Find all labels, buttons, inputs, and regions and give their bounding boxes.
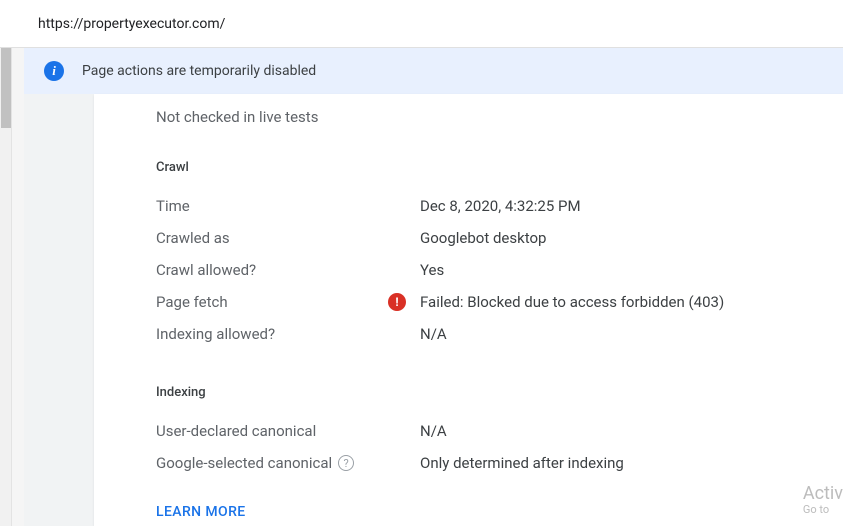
label-user-canonical: User-declared canonical <box>156 422 388 440</box>
label-page-fetch: Page fetch <box>156 293 388 311</box>
help-icon[interactable]: ? <box>338 455 354 471</box>
row-indexing-allowed: Indexing allowed? N/A <box>156 325 819 343</box>
indexing-section-title: Indexing <box>156 385 819 400</box>
value-indexing-allowed: N/A <box>420 325 447 343</box>
main-column: i Page actions are temporarily disabled … <box>24 48 843 526</box>
label-crawl-allowed: Crawl allowed? <box>156 261 388 279</box>
url-bar: https://propertyexecutor.com/ <box>0 0 843 48</box>
value-crawl-allowed: Yes <box>420 261 444 279</box>
row-crawl-allowed: Crawl allowed? Yes <box>156 261 819 279</box>
value-user-canonical: N/A <box>420 422 447 440</box>
left-gap <box>12 48 24 526</box>
label-indexing-allowed: Indexing allowed? <box>156 325 388 343</box>
url-text: https://propertyexecutor.com/ <box>38 16 225 32</box>
row-page-fetch: Page fetch ! Failed: Blocked due to acce… <box>156 293 819 311</box>
value-time: Dec 8, 2020, 4:32:25 PM <box>420 197 581 215</box>
crawl-section-title: Crawl <box>156 160 819 175</box>
body-row: Not checked in live tests Crawl Time Dec… <box>24 94 843 526</box>
label-crawled-as: Crawled as <box>156 229 388 247</box>
notice-text: Page actions are temporarily disabled <box>82 63 316 79</box>
content-wrap: i Page actions are temporarily disabled … <box>0 48 843 526</box>
label-google-canonical: Google-selected canonical ? <box>156 454 388 472</box>
row-user-canonical: User-declared canonical N/A <box>156 422 819 440</box>
row-crawled-as: Crawled as Googlebot desktop <box>156 229 819 247</box>
details-panel: Not checked in live tests Crawl Time Dec… <box>94 94 843 526</box>
error-icon: ! <box>388 293 406 311</box>
row-google-canonical: Google-selected canonical ? Only determi… <box>156 454 819 472</box>
learn-more-link[interactable]: LEARN MORE <box>156 504 819 520</box>
not-checked-text: Not checked in live tests <box>156 108 819 126</box>
label-time: Time <box>156 197 388 215</box>
info-icon: i <box>44 61 64 81</box>
value-crawled-as: Googlebot desktop <box>420 229 546 247</box>
value-page-fetch: Failed: Blocked due to access forbidden … <box>420 293 724 311</box>
value-google-canonical: Only determined after indexing <box>420 454 624 472</box>
scrollbar[interactable] <box>0 48 12 526</box>
notice-banner: i Page actions are temporarily disabled <box>24 48 843 94</box>
scroll-thumb[interactable] <box>1 48 11 128</box>
row-time: Time Dec 8, 2020, 4:32:25 PM <box>156 197 819 215</box>
side-pad <box>24 94 94 526</box>
